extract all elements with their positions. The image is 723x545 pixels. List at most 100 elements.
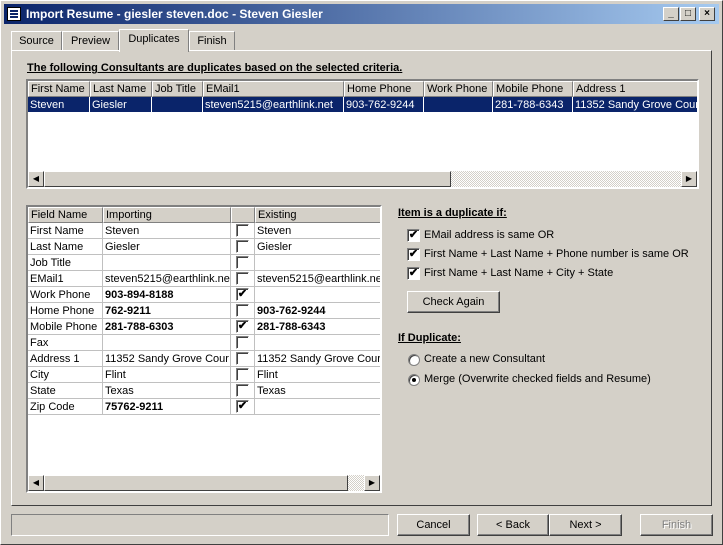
table-cell: Mobile Phone	[28, 319, 103, 335]
table-cell: 11352 Sandy Grove Cour	[255, 353, 381, 367]
next-button[interactable]: Next >	[549, 514, 622, 536]
column-header[interactable]: Field Name	[28, 207, 103, 223]
table-cell	[255, 399, 380, 415]
merge-radio[interactable]	[408, 374, 420, 386]
column-header[interactable]: Mobile Phone	[493, 81, 573, 97]
title-bar[interactable]: Import Resume - giesler steven.doc - Ste…	[4, 4, 719, 24]
overwrite-checkbox[interactable]	[236, 272, 249, 285]
table-cell: First Name	[28, 223, 103, 239]
table-cell: 281-788-6303	[103, 319, 231, 335]
horizontal-scrollbar[interactable]: ◀ ▶	[28, 475, 380, 491]
table-cell	[103, 255, 231, 271]
check-again-button[interactable]: Check Again	[407, 291, 500, 313]
overwrite-checkbox[interactable]	[236, 224, 249, 237]
column-header[interactable]	[231, 207, 255, 223]
cancel-button[interactable]: Cancel	[397, 514, 470, 536]
column-header[interactable]: Importing	[103, 207, 231, 223]
minimize-button[interactable]: _	[663, 7, 679, 21]
criteria-name-phone-label[interactable]: First Name + Last Name + Phone number is…	[424, 248, 689, 260]
table-cell: Work Phone	[28, 287, 103, 303]
app-icon	[7, 7, 21, 21]
table-cell: Giesler	[103, 239, 231, 255]
finish-button[interactable]: Finish	[640, 514, 713, 536]
table-cell: Steven	[28, 97, 90, 113]
table-cell: Last Name	[28, 239, 103, 255]
table-cell: City	[28, 367, 103, 383]
window-title: Import Resume - giesler steven.doc - Ste…	[26, 7, 323, 21]
table-cell	[103, 335, 231, 351]
tab-duplicates[interactable]: Duplicates	[119, 29, 189, 52]
column-header[interactable]: Existing	[255, 207, 380, 223]
table-cell: Texas	[255, 383, 380, 399]
overwrite-checkbox[interactable]	[236, 352, 249, 365]
overwrite-checkbox[interactable]	[236, 336, 249, 349]
duplicates-grid: First Name Last Name Job Title EMail1 Ho…	[26, 79, 699, 189]
tab-preview[interactable]: Preview	[62, 31, 119, 51]
table-cell: Job Title	[28, 255, 103, 271]
merge-label[interactable]: Merge (Overwrite checked fields and Resu…	[424, 373, 651, 385]
table-cell: Flint	[103, 367, 231, 383]
table-cell	[231, 223, 255, 239]
scroll-left-icon[interactable]: ◀	[28, 475, 44, 491]
table-cell: Address 1	[28, 351, 103, 367]
table-cell	[152, 97, 203, 113]
overwrite-checkbox[interactable]: ✔	[236, 320, 249, 333]
if-duplicate-heading: If Duplicate:	[398, 332, 461, 344]
table-cell	[231, 255, 255, 271]
table-cell: Texas	[103, 383, 231, 399]
table-cell	[231, 271, 255, 287]
scroll-right-icon[interactable]: ▶	[364, 475, 380, 491]
table-cell: Home Phone	[28, 303, 103, 319]
table-cell	[255, 287, 380, 303]
scroll-thumb[interactable]	[44, 171, 451, 187]
close-button[interactable]: ×	[699, 7, 715, 21]
back-button[interactable]: < Back	[477, 514, 549, 536]
scroll-thumb[interactable]	[44, 475, 348, 491]
table-cell: Flint	[255, 367, 380, 383]
overwrite-checkbox[interactable]	[236, 256, 249, 269]
column-header[interactable]: Home Phone	[344, 81, 424, 97]
horizontal-scrollbar[interactable]: ◀ ▶	[28, 171, 697, 187]
overwrite-checkbox[interactable]: ✔	[236, 288, 249, 301]
column-header[interactable]: Address 1	[573, 81, 697, 97]
table-cell: 903-762-9244	[255, 303, 380, 319]
table-cell: State	[28, 383, 103, 399]
column-header[interactable]: Work Phone	[424, 81, 493, 97]
criteria-heading: Item is a duplicate if:	[398, 207, 507, 219]
maximize-button[interactable]: □	[680, 7, 696, 21]
fields-grid: Field Name Importing Existing First Name…	[26, 205, 382, 493]
tab-source[interactable]: Source	[11, 31, 62, 51]
create-new-label[interactable]: Create a new Consultant	[424, 353, 545, 365]
create-new-radio[interactable]	[408, 354, 420, 366]
table-cell	[231, 335, 255, 351]
criteria-name-city-checkbox[interactable]: ✔	[407, 267, 420, 280]
table-cell: 762-9211	[103, 303, 231, 319]
criteria-email-label[interactable]: EMail address is same OR	[424, 229, 554, 241]
column-header[interactable]: EMail1	[203, 81, 344, 97]
criteria-email-checkbox[interactable]: ✔	[407, 229, 420, 242]
table-cell: EMail1	[28, 271, 103, 287]
table-cell	[231, 239, 255, 255]
column-header[interactable]: Job Title	[152, 81, 203, 97]
overwrite-checkbox[interactable]: ✔	[236, 400, 249, 413]
tab-finish[interactable]: Finish	[189, 31, 235, 51]
column-header[interactable]: Last Name	[90, 81, 152, 97]
table-cell: 281-788-6343	[255, 319, 380, 335]
table-cell: 903-762-9244	[344, 97, 424, 113]
criteria-name-phone-checkbox[interactable]: ✔	[407, 248, 420, 261]
table-cell	[231, 383, 255, 399]
table-cell: 75762-9211	[103, 399, 231, 415]
overwrite-checkbox[interactable]	[236, 240, 249, 253]
overwrite-checkbox[interactable]	[236, 384, 249, 397]
overwrite-checkbox[interactable]	[236, 368, 249, 381]
column-header[interactable]: First Name	[28, 81, 90, 97]
table-cell	[424, 97, 493, 113]
scroll-left-icon[interactable]: ◀	[28, 171, 44, 187]
scroll-right-icon[interactable]: ▶	[681, 171, 697, 187]
table-cell: steven5215@earthlink.ne	[103, 271, 231, 287]
table-cell: Giesler	[255, 239, 380, 255]
overwrite-checkbox[interactable]	[236, 304, 249, 317]
table-cell: Zip Code	[28, 399, 103, 415]
criteria-name-city-label[interactable]: First Name + Last Name + City + State	[424, 267, 613, 279]
status-bar	[11, 514, 389, 536]
